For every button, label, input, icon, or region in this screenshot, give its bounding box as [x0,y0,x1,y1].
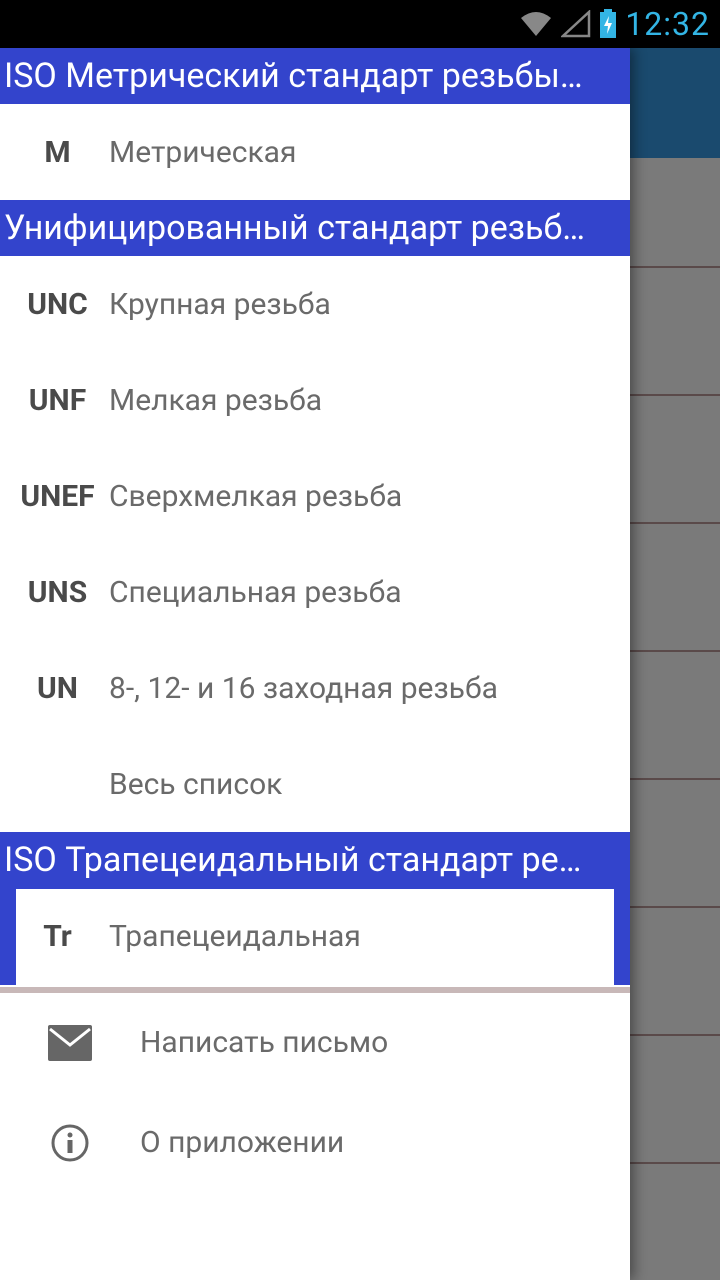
wifi-icon [519,10,553,38]
thread-code: UNF [10,383,105,418]
thread-label: Метрическая [105,135,296,170]
status-bar: 12:32 [0,0,720,48]
thread-item-unf[interactable]: UNF Мелкая резьба [0,352,630,448]
section-header-unified: Унифицированный стандарт резьб… [0,200,630,256]
status-time: 12:32 [625,5,710,43]
footer-label: О приложении [130,1125,344,1160]
thread-label: 8-, 12- и 16 заходная резьба [105,671,498,706]
thread-label: Специальная резьба [105,575,402,610]
footer-label: Написать письмо [130,1025,388,1060]
info-icon [10,1123,130,1163]
footer-item-about[interactable]: О приложении [0,1093,630,1193]
signal-icon [561,10,591,38]
thread-label: Трапецеидальная [105,919,361,954]
thread-code: UNS [10,575,105,610]
navigation-drawer: ISO Метрический стандарт резьбы… M Метри… [0,48,630,1280]
thread-label: Мелкая резьба [105,383,322,418]
thread-code: Tr [10,919,105,954]
section-header-iso-metric: ISO Метрический стандарт резьбы… [0,48,630,104]
thread-item-tr-selected[interactable]: Tr Трапецеидальная [0,889,630,985]
thread-label: Сверхмелкая резьба [105,479,402,514]
thread-item-uns[interactable]: UNS Специальная резьба [0,544,630,640]
thread-code: UNC [10,287,105,322]
thread-item-all[interactable]: Весь список [0,736,630,832]
thread-item-unef[interactable]: UNEF Сверхмелкая резьба [0,448,630,544]
thread-item-m[interactable]: M Метрическая [0,104,630,200]
thread-label: Крупная резьба [105,287,331,322]
thread-item-un[interactable]: UN 8-, 12- и 16 заходная резьба [0,640,630,736]
battery-icon [599,9,617,39]
thread-item-unc[interactable]: UNC Крупная резьба [0,256,630,352]
thread-code: UNEF [10,479,105,514]
thread-code: M [10,135,105,170]
footer-item-email[interactable]: Написать письмо [0,993,630,1093]
thread-label: Весь список [105,767,282,802]
email-icon [10,1025,130,1061]
section-header-iso-trapezoidal: ISO Трапецеидальный стандарт ре… [0,832,630,888]
thread-code: UN [10,671,105,706]
